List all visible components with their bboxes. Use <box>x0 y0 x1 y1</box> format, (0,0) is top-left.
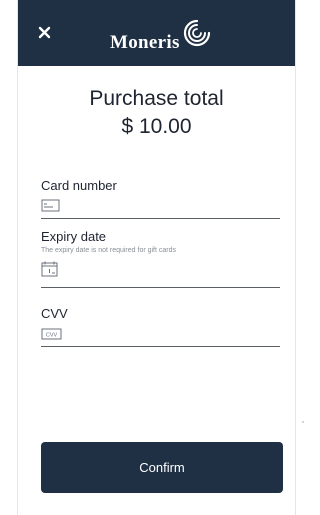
calendar-icon <box>41 261 58 277</box>
cvv-label: CVV <box>41 306 68 321</box>
moneris-swirl-logo-icon <box>183 19 210 47</box>
scroll-indicator <box>302 421 304 423</box>
expiry-date-hint: The expiry date is not required for gift… <box>41 247 177 254</box>
card-number-underline <box>41 218 280 219</box>
confirm-button[interactable]: Confirm <box>41 442 283 493</box>
purchase-total-amount: $ 10.00 <box>121 115 192 138</box>
expiry-date-field[interactable]: Expiry date The expiry date is not requi… <box>41 229 280 289</box>
brand-name: Moneris <box>110 32 180 53</box>
brand-logo: Moneris <box>110 19 212 54</box>
card-icon <box>41 199 60 212</box>
payment-screen: Moneris Purchase total $ 10.00 Card numb… <box>17 0 296 515</box>
expiry-date-label: Expiry date <box>41 229 107 244</box>
card-number-field[interactable]: Card number <box>41 178 280 220</box>
card-number-label: Card number <box>41 178 117 193</box>
close-icon <box>38 26 51 39</box>
cvv-underline <box>41 346 280 347</box>
svg-text:CVV: CVV <box>46 333 58 339</box>
purchase-total-title: Purchase total <box>89 87 224 110</box>
expiry-date-underline <box>41 287 280 288</box>
app-header: Moneris <box>18 0 295 66</box>
cvv-field[interactable]: CVV CVV <box>41 306 280 348</box>
close-button[interactable] <box>34 22 56 44</box>
cvv-icon: CVV <box>41 328 62 340</box>
